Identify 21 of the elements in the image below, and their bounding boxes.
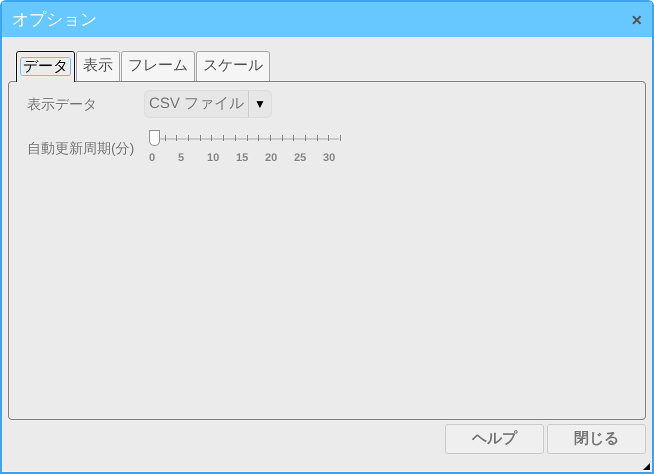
tab[interactable]: データ: [16, 51, 75, 82]
window-title: オプション: [12, 8, 97, 31]
dialog-button[interactable]: ヘルプ: [445, 424, 544, 454]
tick-label: 20: [265, 151, 278, 166]
field-label: 自動更新周期(分): [27, 139, 136, 158]
tick-label: 5: [178, 151, 186, 166]
tick-label: 25: [294, 151, 308, 166]
close-button[interactable]: ×: [631, 10, 642, 28]
dialog-button[interactable]: 閉じる: [547, 424, 646, 454]
slider-thumb[interactable]: [149, 130, 160, 146]
tick-label: 30: [323, 151, 336, 166]
tick-label: 10: [207, 151, 220, 166]
dropdown[interactable]: CSV ファイル ▼: [144, 90, 272, 118]
slider-track[interactable]: [149, 130, 339, 148]
tick-label: 15: [236, 151, 250, 166]
resize-grip-icon[interactable]: [643, 463, 650, 470]
tick-label: 0: [149, 151, 156, 166]
tab[interactable]: 表示: [76, 51, 120, 81]
tab[interactable]: スケール: [196, 51, 270, 81]
tab[interactable]: フレーム: [121, 51, 195, 81]
field-label: 表示データ: [27, 94, 98, 114]
